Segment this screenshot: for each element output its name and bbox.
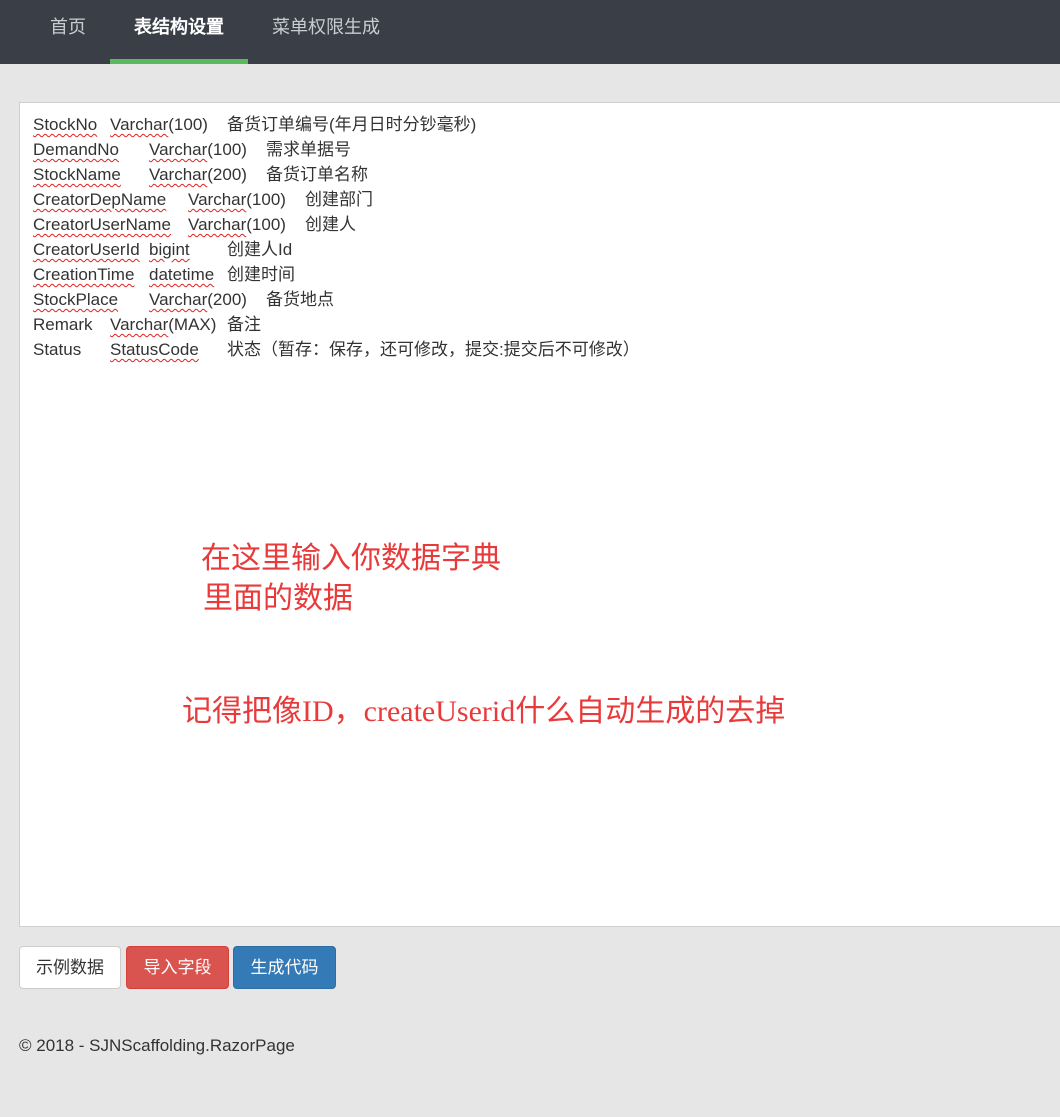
field-description: 备货地点 [266,290,334,309]
field-name: DemandNo [33,140,119,159]
active-tab-indicator [110,59,248,64]
field-description: 备注 [227,315,261,334]
field-name: CreatorUserName [33,215,171,234]
nav-item-table-structure-label: 表结构设置 [134,17,224,37]
field-type: Varchar(200) [149,165,247,184]
field-name: Status [33,340,82,359]
field-type: bigint [149,240,190,259]
field-type: Varchar(MAX) [110,315,217,334]
nav-item-menu-permission[interactable]: 菜单权限生成 [272,0,380,64]
field-name: StockPlace [33,290,119,309]
annotation-input-hint-cont: 里面的数据 [203,582,353,615]
import-fields-button[interactable]: 导入字段 [126,946,229,989]
field-name: StockName [33,165,121,184]
field-type: Varchar(100) [188,215,286,234]
field-description: 创建部门 [305,190,373,209]
field-description: 创建人Id [227,240,293,259]
nav-item-table-structure[interactable]: 表结构设置 [110,0,248,64]
generate-code-button[interactable]: 生成代码 [233,946,336,989]
field-description: 创建时间 [227,265,295,284]
field-type: datetime [149,265,215,284]
field-description: 需求单据号 [266,140,351,159]
field-description: 状态（暂存：保存，还可修改，提交:提交后不可修改） [227,340,640,359]
field-type: Varchar(100) [149,140,247,159]
footer-copyright: © 2018 - SJNScaffolding.RazorPage [19,1036,295,1055]
field-name: CreatorUserId [33,240,140,259]
field-type: Varchar(100) [110,115,208,134]
field-name: CreatorDepName [33,190,167,209]
annotation-input-hint: 在这里输入你数据字典 [201,542,501,575]
field-name: Remark [33,315,93,334]
field-description: 备货订单名称 [266,165,368,184]
data-dictionary-textarea[interactable]: StockNo Varchar(100) 备货订单编号(年月日时分钞毫秒) De… [19,102,1060,927]
nav-item-menu-permission-label: 菜单权限生成 [272,17,380,37]
annotation-remove-auto-fields: 记得把像ID，createUserid什么自动生成的去掉 [182,695,786,728]
sample-data-button[interactable]: 示例数据 [19,946,121,989]
field-type: Varchar(100) [188,190,286,209]
top-navbar: 首页 表结构设置 菜单权限生成 [0,0,1060,64]
field-name: CreationTime [33,265,135,284]
field-description: 创建人 [305,215,356,234]
nav-item-home-label: 首页 [50,17,86,37]
field-type: Varchar(200) [149,290,247,309]
nav-item-home[interactable]: 首页 [50,0,86,64]
field-name: StockNo [33,115,98,134]
field-type: StatusCode [110,340,199,359]
field-description: 备货订单编号(年月日时分钞毫秒) [227,115,477,134]
